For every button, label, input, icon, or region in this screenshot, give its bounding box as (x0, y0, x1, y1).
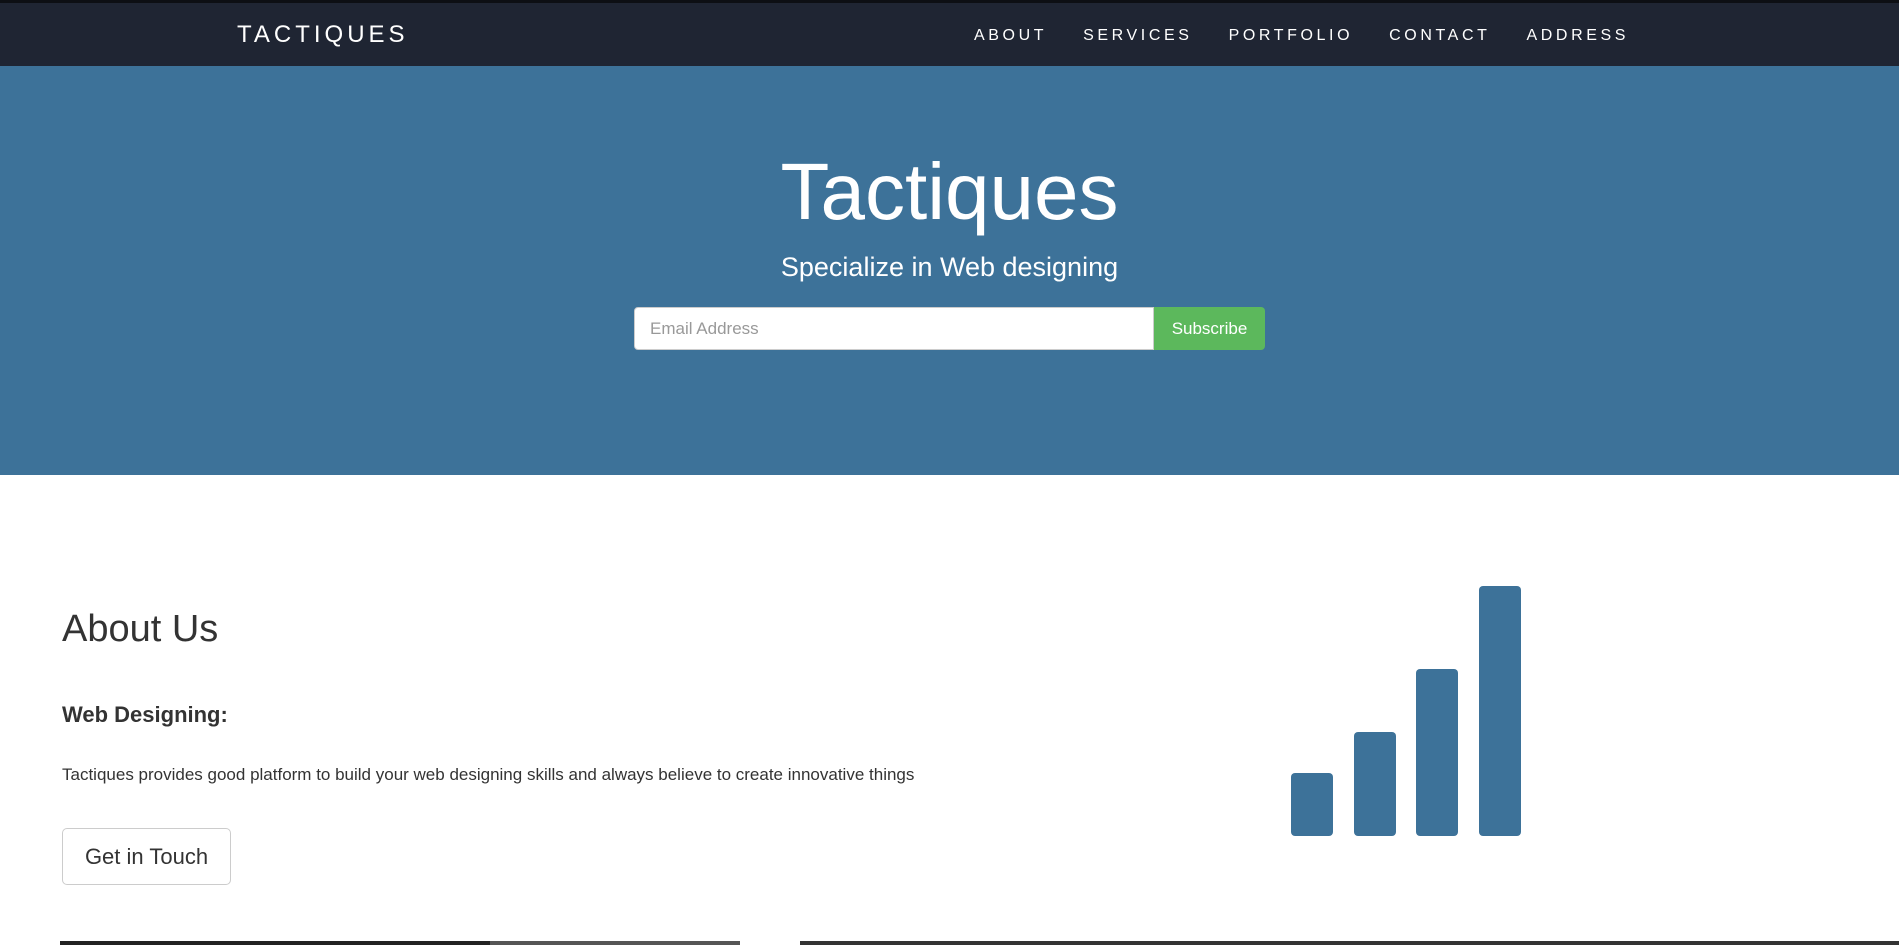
divider-segment (800, 941, 1899, 945)
nav-link-portfolio[interactable]: PORTFOLIO (1229, 27, 1354, 45)
about-subheading: Web Designing: (62, 702, 228, 727)
hero-subtitle: Specialize in Web designing (780, 252, 1119, 282)
top-navbar: TACTIQUES ABOUT SERVICES PORTFOLIO CONTA… (0, 0, 1899, 66)
brand-logo-link[interactable]: TACTIQUES (237, 21, 409, 49)
signal-bar-1 (1291, 773, 1333, 836)
email-input[interactable] (634, 307, 1154, 350)
nav-link-address[interactable]: ADDRESS (1526, 27, 1629, 45)
about-title: About Us (62, 608, 219, 650)
get-in-touch-button[interactable]: Get in Touch (62, 828, 231, 885)
signal-bar-2 (1354, 732, 1396, 836)
nav-link-about[interactable]: ABOUT (974, 27, 1047, 45)
about-description: Tactiques provides good platform to buil… (62, 765, 915, 784)
divider-segment (490, 941, 740, 945)
signal-bar-4 (1479, 586, 1521, 836)
main-nav: ABOUT SERVICES PORTFOLIO CONTACT ADDRESS (974, 27, 1665, 45)
bottom-divider (0, 941, 1899, 945)
divider-segment (60, 941, 490, 945)
signal-bar-3 (1416, 669, 1458, 836)
nav-link-services[interactable]: SERVICES (1083, 27, 1192, 45)
nav-link-contact[interactable]: CONTACT (1389, 27, 1490, 45)
hero-title: Tactiques (780, 147, 1119, 236)
subscribe-button[interactable]: Subscribe (1154, 307, 1265, 350)
hero-section: Tactiques Specialize in Web designing Su… (0, 66, 1899, 475)
signal-bars-icon (1291, 586, 1521, 836)
subscribe-form: Subscribe (634, 307, 1265, 350)
about-section: About Us Web Designing: Tactiques provid… (62, 608, 914, 885)
